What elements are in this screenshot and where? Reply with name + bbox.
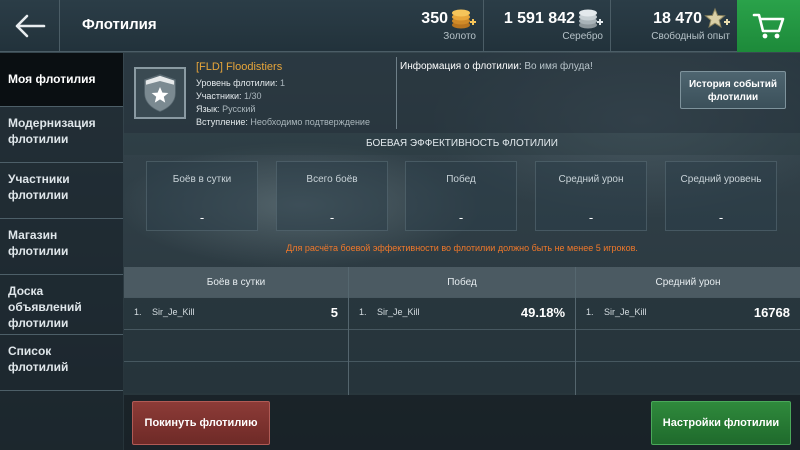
fleet-language-label: Язык: <box>196 104 220 114</box>
free-xp-label: Свободный опыт <box>651 31 730 42</box>
stat-battles-per-day: Боёв в сутки - <box>146 161 258 231</box>
gold-label: Золото <box>443 31 476 42</box>
stat-label: Боёв в сутки <box>172 174 232 185</box>
fleet-members-value: 1/30 <box>244 91 262 101</box>
shield-star-icon <box>144 74 176 112</box>
stat-value: - <box>588 210 594 225</box>
free-xp-balance: 18 470 Свободный опыт <box>640 0 730 52</box>
table-row-empty <box>124 329 348 361</box>
gold-coins-icon <box>452 9 476 29</box>
fleet-language-value: Русский <box>222 104 256 114</box>
fleet-description-value: Во имя флуда! <box>524 61 593 72</box>
fleet-settings-button[interactable]: Настройки флотилии <box>651 401 791 445</box>
fleet-info-panel: [FLD] Floodistiers Уровень флотилии: 1 У… <box>124 53 800 133</box>
leave-fleet-button[interactable]: Покинуть флотилию <box>132 401 270 445</box>
divider <box>610 0 611 52</box>
stat-label: Побед <box>446 174 476 185</box>
sidebar-item-fleet-shop[interactable]: Магазин флотилии <box>0 219 123 275</box>
star-xp-icon <box>704 7 730 28</box>
row-rank: 1. <box>359 307 367 317</box>
sidebar-item-bulletin-board[interactable]: Доска объявлений флотилии <box>0 275 123 335</box>
silver-coins-icon <box>579 9 603 29</box>
table-row[interactable]: 1. Sir_Je_Kill 16768 <box>576 297 800 329</box>
stat-label: Средний уровень <box>680 174 762 185</box>
sidebar: Моя флотилия Модернизация флотилии Участ… <box>0 53 123 450</box>
row-score: 5 <box>330 305 338 320</box>
footer-bar: Покинуть флотилию Настройки флотилии <box>124 395 800 450</box>
stat-average-damage: Средний урон - <box>535 161 647 231</box>
table-row-empty <box>124 361 348 393</box>
row-player-name: Sir_Je_Kill <box>152 307 195 317</box>
stat-label: Средний урон <box>558 174 624 185</box>
sidebar-item-fleet-members[interactable]: Участники флотилии <box>0 163 123 219</box>
top-bar: Флотилия 350 Золото 1 591 842 Серебро 18… <box>0 0 800 52</box>
fleet-level: Уровень флотилии: 1 <box>196 78 285 88</box>
fleet-language: Язык: Русский <box>196 104 255 114</box>
table-row[interactable]: 1. Sir_Je_Kill 49.18% <box>349 297 575 329</box>
leaderboard-column-victories: Побед 1. Sir_Je_Kill 49.18% <box>349 267 575 395</box>
arrow-left-icon <box>15 14 45 38</box>
fleet-level-label: Уровень флотилии: <box>196 78 278 88</box>
column-header: Средний урон <box>576 267 800 297</box>
stat-value: - <box>329 210 335 225</box>
row-score: 49.18% <box>520 305 565 320</box>
silver-amount: 1 591 842 <box>503 10 575 27</box>
fleet-join-label: Вступление: <box>196 117 248 127</box>
column-header: Боёв в сутки <box>124 267 348 297</box>
table-row-empty <box>349 329 575 361</box>
fleet-name: [FLD] Floodistiers <box>196 61 283 73</box>
stat-label: Всего боёв <box>306 174 358 185</box>
row-player-name: Sir_Je_Kill <box>604 307 647 317</box>
row-rank: 1. <box>586 307 594 317</box>
gold-amount: 350 <box>421 10 448 27</box>
stat-victories: Побед - <box>405 161 517 231</box>
sidebar-item-my-fleet[interactable]: Моя флотилия <box>0 53 123 107</box>
stat-value: - <box>199 210 205 225</box>
fleet-history-button[interactable]: История событий флотилии <box>680 71 786 109</box>
fleet-description: Информация о флотилии: Во имя флуда! <box>400 61 593 72</box>
fleet-emblem <box>134 67 186 119</box>
stat-total-battles: Всего боёв - <box>276 161 388 231</box>
sidebar-item-fleet-upgrade[interactable]: Модернизация флотилии <box>0 107 123 163</box>
fleet-description-label: Информация о флотилии: <box>400 61 522 72</box>
shop-button[interactable] <box>737 0 800 52</box>
fleet-level-value: 1 <box>280 78 286 88</box>
fleet-members: Участники: 1/30 <box>196 91 262 101</box>
leaderboard-column-damage: Средний урон 1. Sir_Je_Kill 16768 <box>576 267 800 395</box>
column-header: Побед <box>349 267 575 297</box>
efficiency-title: БОЕВАЯ ЭФФЕКТИВНОСТЬ ФЛОТИЛИИ <box>124 133 800 155</box>
page-title: Флотилия <box>82 16 157 33</box>
silver-balance: 1 591 842 Серебро <box>480 0 603 52</box>
fleet-join-value: Необходимо подтверждение <box>250 117 370 127</box>
sidebar-item-fleet-list[interactable]: Список флотилий <box>0 335 123 391</box>
row-score: 16768 <box>753 305 790 320</box>
fleet-members-label: Участники: <box>196 91 242 101</box>
fleet-join-policy: Вступление: Необходимо подтверждение <box>196 117 370 127</box>
free-xp-amount: 18 470 <box>653 10 702 27</box>
table-row-empty <box>349 361 575 393</box>
table-row-empty <box>576 361 800 393</box>
stat-value: - <box>458 210 464 225</box>
efficiency-warning: Для расчёта боевой эффективности во флот… <box>286 243 638 253</box>
gold-balance: 350 Золото <box>400 0 476 52</box>
leaderboard: Боёв в сутки 1. Sir_Je_Kill 5 Побед 1. S… <box>124 267 800 395</box>
back-button[interactable] <box>0 0 60 52</box>
divider <box>396 57 397 129</box>
shopping-cart-icon <box>752 13 784 39</box>
stat-average-tier: Средний уровень - <box>665 161 777 231</box>
stat-value: - <box>718 210 724 225</box>
table-row[interactable]: 1. Sir_Je_Kill 5 <box>124 297 348 329</box>
leaderboard-column-battles: Боёв в сутки 1. Sir_Je_Kill 5 <box>124 267 348 395</box>
row-rank: 1. <box>134 307 142 317</box>
silver-label: Серебро <box>562 31 603 42</box>
row-player-name: Sir_Je_Kill <box>377 307 420 317</box>
table-row-empty <box>576 329 800 361</box>
